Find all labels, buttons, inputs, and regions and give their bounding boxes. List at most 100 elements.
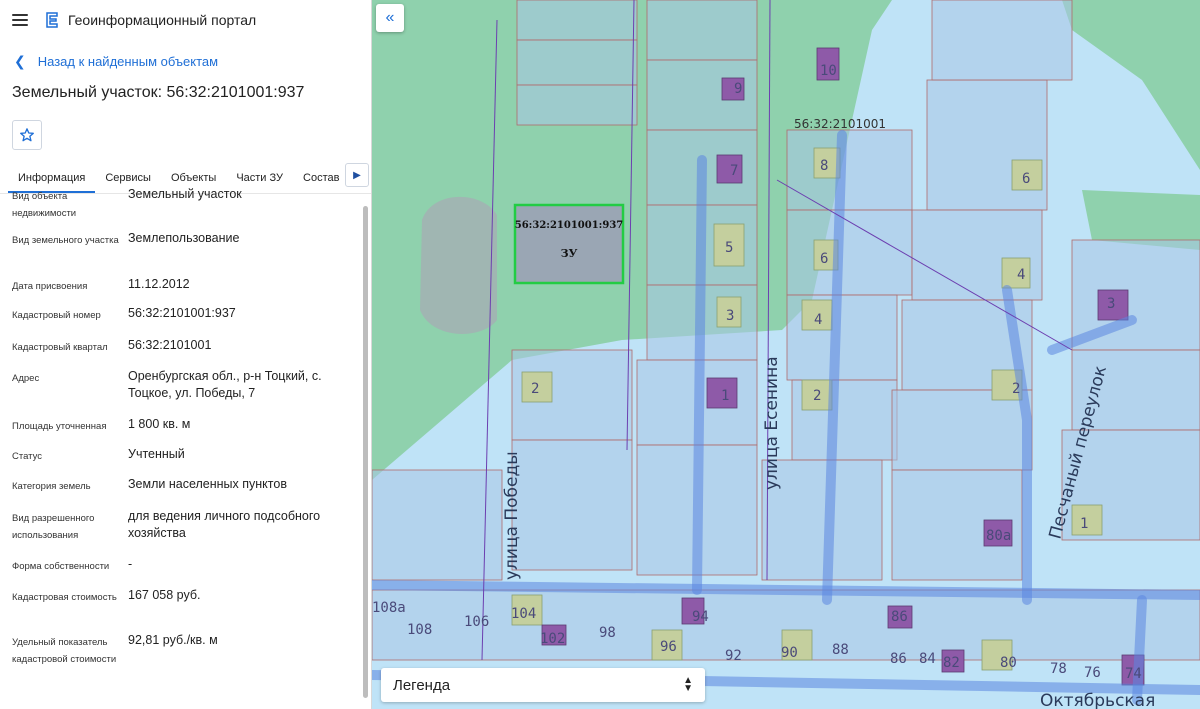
property-label: Кадастровая стоимость [12,592,117,603]
legend-label: Легенда [393,676,451,694]
property-value: Земельный участок [128,187,242,201]
property-value: - [128,557,133,571]
selected-parcel-number: 56:32:2101001:937 [515,220,624,231]
house-number: 104 [511,606,536,622]
selected-parcel-tag: ЗУ [561,247,578,260]
house-number: 106 [464,614,489,630]
app-title: Геоинформационный портал [68,12,257,28]
house-number: 2 [1012,381,1020,397]
house-number: 102 [540,631,565,647]
house-number: 108а [372,600,406,616]
map-view[interactable]: 56:32:2101001:937 ЗУ 56:32:2101001 улица… [372,0,1200,709]
property-row: Вид объекта недвижимости Земельный участ… [0,186,362,230]
house-number: 8 [820,158,828,174]
house-number: 5 [725,240,733,256]
chevron-up-down-icon: ▲ ▼ [683,675,693,694]
house-number: 82 [943,655,960,671]
house-number: 9 [734,81,742,97]
property-row: Вид земельного участка Землепользование [0,230,362,276]
house-number: 1 [1080,516,1088,532]
property-value: Оренбургская обл., р-н Тоцкий, с. Тоцкое… [128,369,322,400]
property-row: Адрес Оренбургская обл., р-н Тоцкий, с. … [0,368,362,416]
property-value: для ведения личного подсобного хозяйства [128,509,321,540]
house-number: 86 [891,609,908,625]
page-title: Земельный участок: 56:32:2101001:937 [12,84,305,101]
back-link-label: Назад к найденным объектам [37,53,219,69]
top-bar: Геоинформационный портал [0,0,371,40]
property-label: Площадь уточненная [12,421,107,432]
property-label: Вид объекта недвижимости [12,191,77,219]
house-number: 76 [1084,665,1101,681]
property-value: 11.12.2012 [128,277,190,291]
property-row: Удельный показатель кадастровой стоимост… [0,632,362,688]
property-label: Удельный показатель кадастровой стоимост… [12,637,117,665]
house-number: 1 [721,388,729,404]
street-label-oktyabrskaya: Октябрьская [1040,691,1155,709]
property-value: Учтенный [128,447,185,461]
house-number: 108 [407,622,432,638]
house-number: 94 [692,609,709,625]
forest-area [1062,0,1200,170]
tabs-scroll-right-button[interactable]: ▶ [345,163,369,187]
house-number: 74 [1125,666,1142,682]
house-number: 86 [890,651,907,667]
house-number: 80 [1000,655,1017,671]
property-value: 92,81 руб./кв. м [128,633,218,647]
house-number: 84 [919,651,936,667]
property-value: 56:32:2101001 [128,338,212,352]
house-number: 2 [531,381,539,397]
house-number: 2 [813,388,821,404]
house-number: 7 [730,163,738,179]
house-number: 3 [726,308,734,324]
street-label-pobedy: улица Победы [502,451,522,580]
property-label: Вид земельного участка [12,235,119,246]
cadastral-quarter-label: 56:32:2101001 [794,117,886,131]
legend-selector[interactable]: Легенда ▲ ▼ [381,668,705,702]
portal-logo-icon [46,12,58,28]
map-canvas[interactable]: 56:32:2101001:937 ЗУ 56:32:2101001 улица… [372,0,1200,709]
menu-icon[interactable] [12,14,28,26]
house-number: 88 [832,642,849,658]
collapse-panel-button[interactable]: « [376,4,404,32]
property-row: Кадастровый квартал 56:32:2101001 [0,337,362,368]
house-number: 92 [725,648,742,664]
property-value: 56:32:2101001:937 [128,306,236,320]
house-number: 6 [820,251,828,267]
property-row: Категория земель Земли населенных пункто… [0,476,362,508]
property-label: Адрес [12,373,40,384]
property-label: Вид разрешенного использования [12,513,95,541]
chevron-left-icon: ❮ [14,52,26,69]
property-value: 1 800 кв. м [128,417,191,431]
property-row: Кадастровый номер 56:32:2101001:937 [0,305,362,337]
property-row: Форма собственности - [0,556,362,587]
property-value: 167 058 руб. [128,588,201,602]
selected-parcel[interactable] [513,203,625,285]
info-panel: Геоинформационный портал ❮ Назад к найде… [0,0,372,709]
street-label-esenina: улица Есенина [762,356,782,490]
property-label: Форма собственности [12,561,110,572]
house-number: 6 [1022,171,1030,187]
property-row: Дата присвоения 11.12.2012 [0,276,362,305]
house-number: 80а [986,528,1011,544]
property-row: Вид разрешенного использования для веден… [0,508,362,556]
house-number: 4 [1017,267,1025,283]
back-to-results-link[interactable]: ❮ Назад к найденным объектам [0,40,371,82]
property-row: Кадастровая стоимость 167 058 руб. [0,587,362,632]
star-icon [20,128,34,142]
properties-list: Вид объекта недвижимости Земельный участ… [0,186,362,688]
properties-scrollbar[interactable] [363,206,368,698]
house-number: 98 [599,625,616,641]
property-label: Дата присвоения [12,281,88,292]
property-row: Площадь уточненная 1 800 кв. м [0,416,362,446]
house-number: 90 [781,645,798,661]
property-label: Статус [12,451,43,462]
property-value: Земли населенных пунктов [128,477,287,491]
property-label: Кадастровый номер [12,310,101,321]
favorite-button[interactable] [12,120,42,150]
house-number: 78 [1050,661,1067,677]
house-number: 96 [660,639,677,655]
house-number: 3 [1107,296,1115,312]
property-row: Статус Учтенный [0,446,362,476]
terrain-patch [420,196,497,334]
property-value: Землепользование [128,231,240,245]
